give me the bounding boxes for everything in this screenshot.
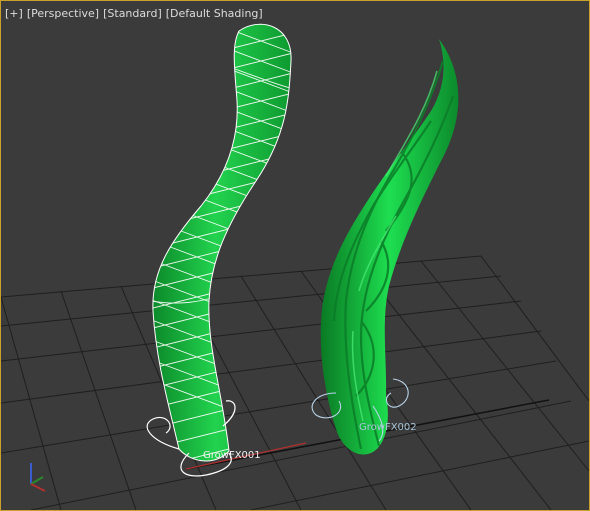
- viewport-label-menu: [+] [Perspective] [Standard] [Default Sh…: [5, 7, 263, 21]
- growfx002-name-label: GrowFX002: [359, 422, 417, 433]
- growfx001-name-label: GrowFX001: [203, 450, 261, 461]
- growfx002-surface: [320, 39, 459, 455]
- growfx002-object[interactable]: [311, 39, 459, 455]
- axis-gizmo: [30, 463, 46, 492]
- viewport-point-of-view-menu[interactable]: [Perspective]: [27, 7, 99, 21]
- scene-canvas[interactable]: [1, 1, 589, 510]
- ground-grid: [1, 255, 589, 510]
- perspective-viewport[interactable]: [+] [Perspective] [Standard] [Default Sh…: [0, 0, 590, 511]
- viewport-shading-menu[interactable]: [Default Shading]: [166, 7, 263, 21]
- viewport-standard-menu[interactable]: [Standard]: [103, 7, 162, 21]
- viewport-general-menu[interactable]: [+]: [5, 7, 23, 21]
